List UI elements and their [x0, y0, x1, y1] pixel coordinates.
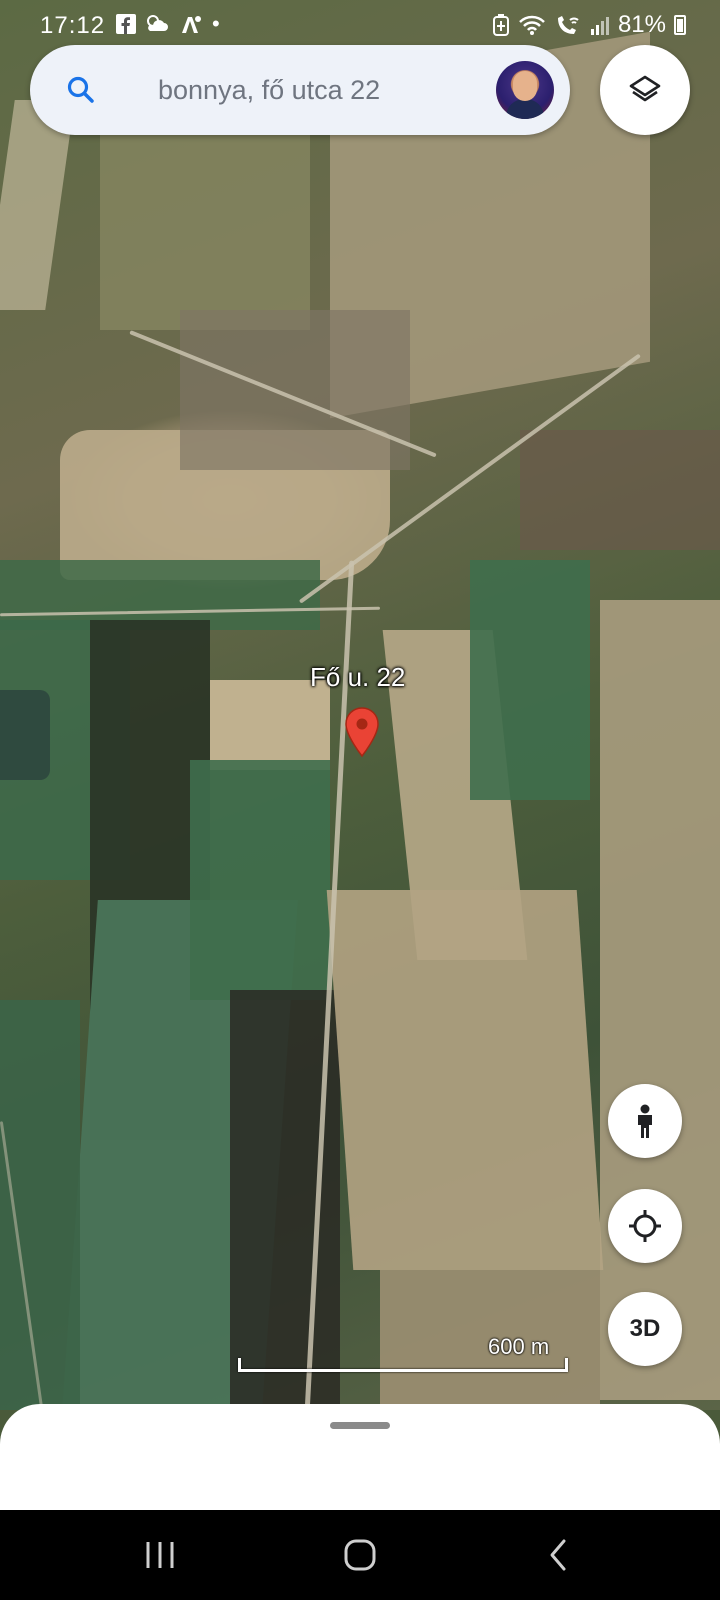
- facebook-icon: [116, 14, 136, 34]
- layers-button[interactable]: [600, 45, 690, 135]
- location-pin-icon[interactable]: [344, 706, 380, 758]
- search-icon[interactable]: [64, 73, 98, 107]
- wifi-icon: [519, 15, 545, 35]
- battery-percentage: 81%: [617, 11, 666, 38]
- system-navigation-bar: [0, 1510, 720, 1600]
- account-avatar[interactable]: [496, 61, 554, 119]
- scale-label: 600 m: [488, 1334, 550, 1359]
- pegman-icon: [638, 1104, 652, 1138]
- dot-icon: •: [212, 11, 220, 36]
- home-button[interactable]: [300, 1510, 420, 1600]
- sheet-drag-handle[interactable]: [330, 1422, 390, 1429]
- recent-apps-icon: [146, 1542, 174, 1568]
- home-icon: [344, 1539, 376, 1571]
- wifi-calling-icon: [557, 16, 579, 34]
- 3d-toggle-button[interactable]: 3D: [608, 1292, 682, 1366]
- pin-label[interactable]: Fő u. 22: [310, 662, 405, 693]
- street-view-button[interactable]: [608, 1084, 682, 1158]
- recent-apps-button[interactable]: [100, 1510, 220, 1600]
- battery-icon: [674, 15, 686, 35]
- back-button[interactable]: [500, 1510, 620, 1600]
- search-bar[interactable]: bonnya, fő utca 22: [30, 45, 570, 135]
- scale-bar: [238, 1358, 568, 1372]
- my-location-button[interactable]: [608, 1189, 682, 1263]
- satellite-map[interactable]: [0, 0, 720, 1410]
- back-icon: [550, 1539, 566, 1571]
- avatar-body: [506, 99, 544, 119]
- my-location-icon: [629, 1210, 661, 1242]
- notification-icons: •: [116, 11, 220, 37]
- battery-saver-icon: [492, 14, 509, 36]
- signal-icon: [590, 17, 609, 35]
- clock: 17:12: [40, 12, 106, 39]
- driving-icon: [182, 16, 201, 33]
- system-status-icons: 81%: [492, 11, 686, 39]
- search-input[interactable]: bonnya, fő utca 22: [158, 75, 380, 106]
- weather-icon: [147, 15, 168, 31]
- layers-icon: [629, 75, 661, 102]
- avatar-face: [513, 71, 537, 101]
- bottom-sheet[interactable]: [0, 1404, 720, 1510]
